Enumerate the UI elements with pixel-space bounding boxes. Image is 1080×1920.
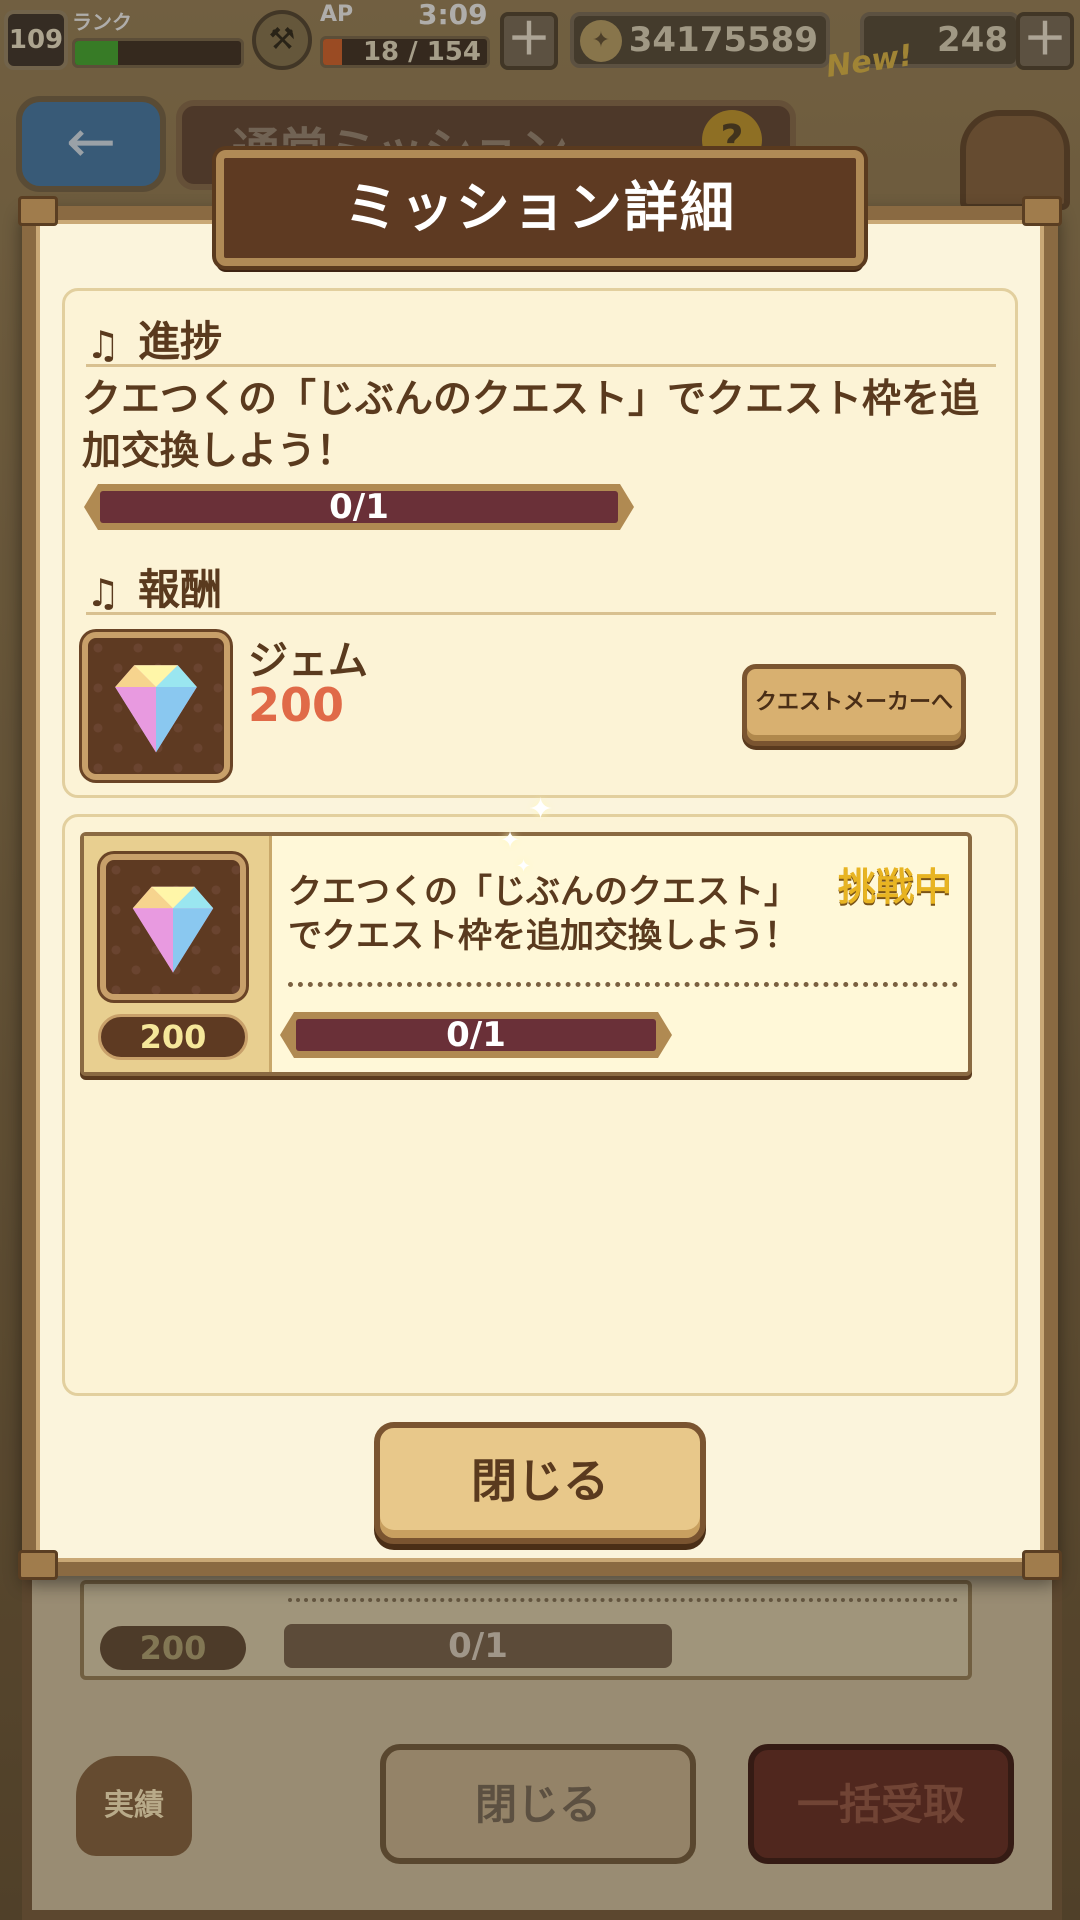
- frame-corner: [18, 1550, 58, 1580]
- progress-text: 0/1: [446, 1015, 506, 1055]
- gem-icon: [132, 886, 214, 973]
- reward-item-frame: [82, 632, 230, 780]
- frame-corner: [1022, 196, 1062, 226]
- mission-row-text: クエつくの「じぶんのクエスト」 でクエスト枠を追加交換しよう！: [288, 870, 848, 958]
- mission-progress-bar: 0/1: [84, 484, 634, 530]
- divider: [288, 982, 958, 987]
- gem-icon: [115, 665, 197, 753]
- mission-description: クエつくの「じぶんのクエスト」でクエスト枠を追加交換しよう！: [82, 377, 980, 474]
- progress-text: 0/1: [329, 487, 389, 527]
- mission-reward-frame: [100, 854, 246, 1000]
- sparkle-icon: ✦: [516, 856, 532, 877]
- reward-heading-label: 報酬: [138, 565, 223, 614]
- sparkle-icon: ✦: [500, 826, 521, 854]
- mission-row-progress-bar: 0/1: [280, 1012, 672, 1058]
- progress-heading-label: 進捗: [138, 317, 223, 366]
- reward-heading: ♫ 報酬: [86, 556, 222, 617]
- close-button[interactable]: 閉じる: [374, 1422, 706, 1544]
- divider: [86, 612, 996, 615]
- modal-title: ミッション詳細: [216, 150, 864, 266]
- status-badge: 挑戦中: [837, 865, 952, 909]
- music-note-icon: ♫: [86, 322, 121, 367]
- mission-reward-column: 200: [84, 836, 272, 1072]
- mission-row-line2: でクエスト枠を追加交換しよう！: [288, 916, 798, 956]
- progress-heading: ♫ 進捗: [86, 308, 222, 369]
- mission-reward-amount: 200: [98, 1014, 248, 1060]
- quest-maker-button[interactable]: クエストメーカーへ: [742, 664, 966, 746]
- divider: [86, 364, 996, 367]
- reward-item-amount: 200: [248, 678, 345, 732]
- sparkle-icon: ✦: [528, 792, 554, 827]
- mission-row-line1: クエつくの「じぶんのクエスト」: [288, 872, 798, 912]
- music-note-icon: ♫: [86, 570, 121, 615]
- frame-corner: [18, 196, 58, 226]
- frame-corner: [1022, 1550, 1062, 1580]
